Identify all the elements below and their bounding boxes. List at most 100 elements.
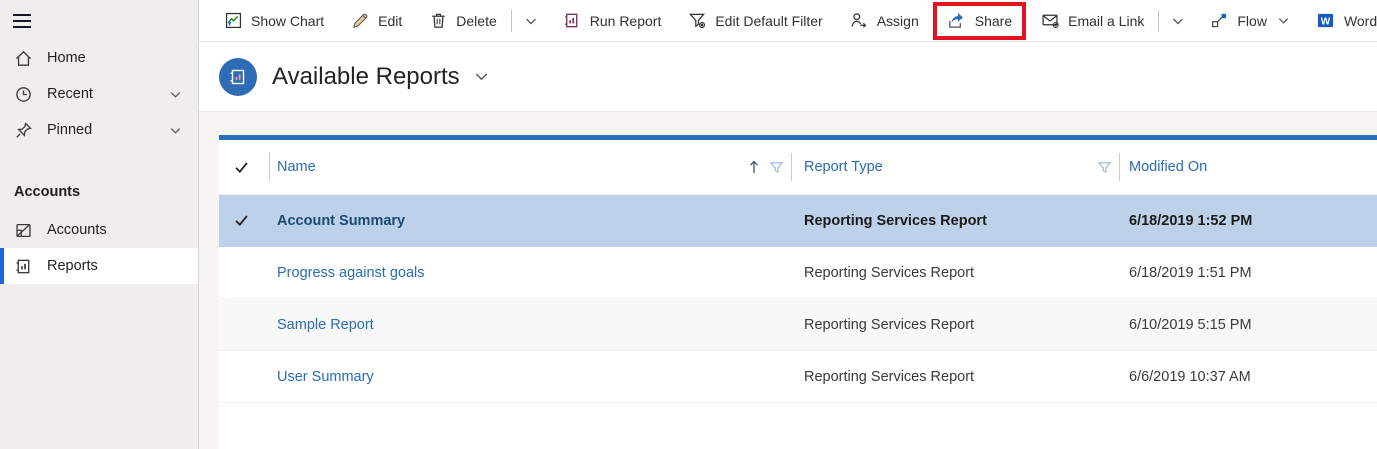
sidebar: Home Recent Pinned Accounts Accounts Rep… [0,0,199,449]
overflow-chevron-icon[interactable] [513,0,549,42]
filter-gear-icon [687,11,707,31]
reports-grid: Name Report Type Modified On Account Sum… [219,135,1377,449]
sidebar-item-label: Home [47,50,86,66]
main-area: Show Chart Edit Delete Run Report Edit D… [199,0,1377,449]
grid-header-row: Name Report Type Modified On [219,140,1377,195]
row-checkbox[interactable] [219,351,269,402]
row-checkbox[interactable] [219,195,269,246]
view-selector-chevron-icon[interactable] [473,68,490,85]
run-report-icon [562,11,582,31]
row-checkbox[interactable] [219,299,269,350]
pin-icon [13,120,33,140]
sidebar-item-label: Pinned [47,122,93,138]
sidebar-group-label: Accounts [14,184,81,200]
toolbar-button-label: Edit Default Filter [715,12,823,29]
command-bar: Show Chart Edit Delete Run Report Edit D… [199,0,1377,42]
report-name-link[interactable]: Account Summary [277,213,405,229]
show-chart-icon [223,11,243,31]
toolbar-button-label: Run Report [589,12,662,29]
flow-icon [1209,11,1229,31]
modified-on-value: 6/6/2019 10:37 AM [1129,368,1251,385]
share-icon [947,11,967,31]
chevron-down-icon[interactable] [169,88,182,101]
filter-icon[interactable] [769,160,784,175]
reports-icon [13,256,33,276]
report-type-value: Reporting Services Report [804,212,987,229]
toolbar-button-label: Show Chart [251,12,325,29]
toolbar-button-label: Share [974,12,1013,29]
chevron-down-icon[interactable] [169,124,182,137]
toolbar-divider [510,9,512,32]
sidebar-item-recent[interactable]: Recent [0,76,198,112]
sidebar-item-reports[interactable]: Reports [0,248,198,284]
word-templates-button[interactable]: W Word Templates [1303,0,1377,42]
report-type-value: Reporting Services Report [804,368,975,385]
sidebar-nav: Home Recent Pinned [0,40,198,148]
share-highlight-box: Share [932,1,1027,40]
accounts-icon [13,220,33,240]
word-glyph: W [1321,16,1331,27]
table-row[interactable]: Sample Report Reporting Services Report … [219,299,1377,351]
column-header-name[interactable]: Name [269,140,791,194]
report-name-link[interactable]: Progress against goals [277,265,425,281]
row-checkbox[interactable] [219,247,269,298]
assign-person-icon [849,11,869,31]
sidebar-item-pinned[interactable]: Pinned [0,112,198,148]
checkmark-icon [235,215,248,226]
modified-on-value: 6/18/2019 1:51 PM [1129,264,1252,281]
assign-button[interactable]: Assign [836,0,932,42]
pencil-icon [350,11,370,31]
page-title: Available Reports [272,62,460,90]
run-report-button[interactable]: Run Report [549,0,675,42]
flow-button[interactable]: Flow [1196,0,1303,42]
sidebar-item-label: Reports [47,258,98,274]
toolbar-divider [1158,9,1160,32]
table-row[interactable]: Progress against goals Reporting Service… [219,247,1377,299]
sidebar-item-home[interactable]: Home [0,40,198,76]
edit-default-filter-button[interactable]: Edit Default Filter [674,0,835,42]
table-row[interactable]: Account Summary Reporting Services Repor… [219,195,1377,247]
modified-on-value: 6/10/2019 5:15 PM [1129,316,1252,333]
filter-icon[interactable] [1097,160,1112,175]
hamburger-menu-icon[interactable] [0,0,198,34]
checkmark-icon [235,161,248,173]
show-chart-button[interactable]: Show Chart [210,0,337,42]
toolbar-button-label: Email a Link [1068,12,1145,29]
view-header: Available Reports [199,42,1377,112]
email-link-icon [1040,11,1060,31]
sort-ascending-icon [750,160,758,173]
column-label: Modified On [1129,159,1208,175]
edit-button[interactable]: Edit [337,0,415,42]
email-a-link-button[interactable]: Email a Link [1027,0,1157,42]
report-name-link[interactable]: User Summary [277,369,374,385]
toolbar-button-label: Assign [876,12,919,29]
overflow-chevron-icon[interactable] [1160,0,1196,42]
toolbar-button-label: Edit [378,12,403,29]
sidebar-item-label: Accounts [47,222,107,238]
report-entity-badge [219,57,257,96]
delete-button[interactable]: Delete [415,0,509,42]
column-label: Report Type [804,159,883,175]
toolbar-button-label: Delete [456,12,497,29]
reports-icon [230,69,245,84]
report-type-value: Reporting Services Report [804,316,975,333]
column-label: Name [277,159,316,175]
table-row[interactable]: User Summary Reporting Services Report 6… [219,351,1377,403]
sidebar-item-accounts[interactable]: Accounts [0,212,198,248]
app-window: Home Recent Pinned Accounts Accounts Rep… [0,0,1377,449]
share-button[interactable]: Share [937,6,1022,36]
column-header-modified-on[interactable]: Modified On [1119,140,1377,194]
content-area: Name Report Type Modified On Account Sum… [199,112,1377,449]
column-header-report-type[interactable]: Report Type [791,140,1119,194]
report-name-link[interactable]: Sample Report [277,317,374,333]
sidebar-item-label: Recent [47,86,93,102]
toolbar-button-label: Flow [1237,12,1267,29]
sidebar-entities: Accounts Reports [0,212,198,284]
modified-on-value: 6/18/2019 1:52 PM [1129,212,1253,229]
toolbar-button-label: Word Templates [1343,12,1377,29]
word-icon: W [1316,11,1336,31]
grid-empty-area [219,403,1377,449]
select-all-checkbox[interactable] [219,140,269,194]
clock-icon [13,84,33,104]
chevron-down-icon[interactable] [1277,14,1290,27]
